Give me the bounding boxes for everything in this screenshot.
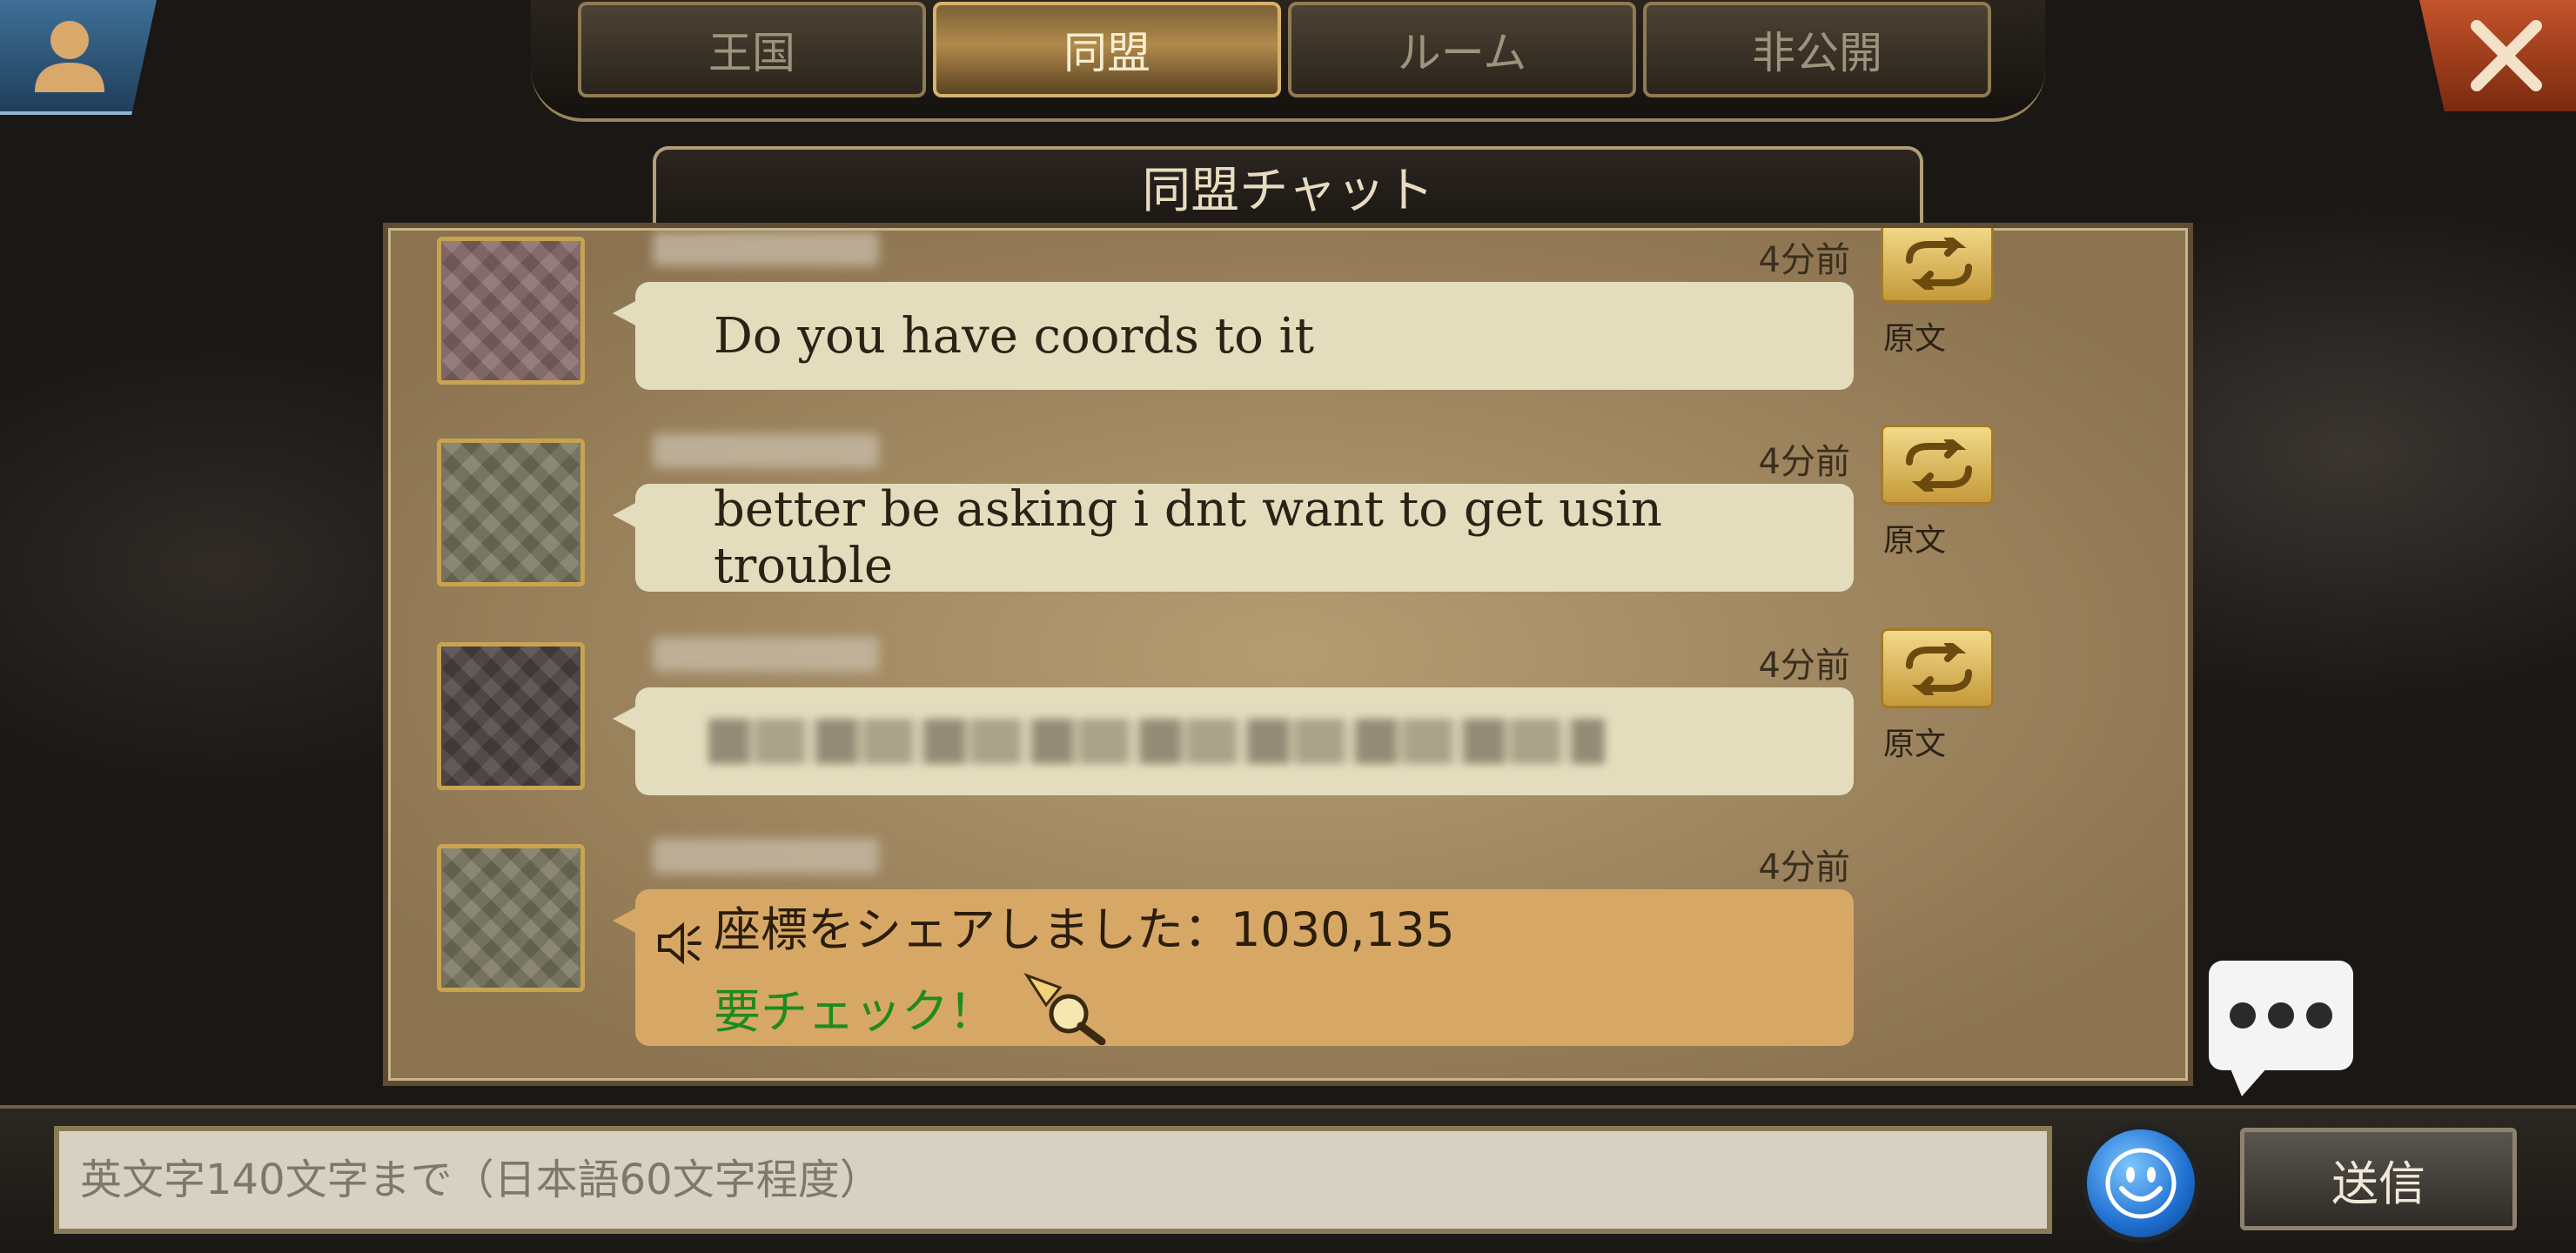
tab-private[interactable]: 非公開 xyxy=(1643,2,1991,97)
message-time: 4分前 xyxy=(1758,442,1850,482)
magnifier-icon xyxy=(1023,972,1106,1045)
translate-button[interactable] xyxy=(1881,425,1994,505)
more-icon-dot xyxy=(2306,1002,2332,1029)
message-bubble: better be asking i dnt want to get usin … xyxy=(613,481,1854,594)
avatar[interactable] xyxy=(437,237,585,385)
avatar[interactable] xyxy=(437,844,585,992)
chat-message: 4分前 座標をシェアしました：1030,135 要チェック！ xyxy=(388,809,2188,1070)
message-time: 4分前 xyxy=(1758,848,1850,888)
user-icon xyxy=(35,21,104,92)
translate-label[interactable]: 原文 xyxy=(1883,313,1946,358)
message-time: 4分前 xyxy=(1758,240,1850,280)
message-text-blurred xyxy=(708,719,1605,764)
username-blurred xyxy=(653,433,879,468)
message-text: Do you have coords to it xyxy=(714,307,1315,365)
avatar[interactable] xyxy=(437,439,585,586)
coordinates-text: 座標をシェアしました：1030,135 xyxy=(714,901,1455,957)
username-blurred xyxy=(653,231,879,266)
more-options-button[interactable] xyxy=(2209,961,2353,1096)
chat-message: 4分前 Do you have coords to it 原文 xyxy=(388,228,2188,402)
more-icon xyxy=(2230,1002,2256,1029)
coordinates-bubble[interactable]: 座標をシェアしました：1030,135 要チェック！ xyxy=(613,889,1854,1046)
avatar[interactable] xyxy=(437,642,585,790)
chat-message: 4分前 原文 xyxy=(388,607,2188,807)
username-blurred xyxy=(653,839,879,874)
close-icon xyxy=(2471,20,2542,91)
tab-alliance[interactable]: 同盟 xyxy=(933,2,1281,97)
send-button[interactable]: 送信 xyxy=(2240,1128,2517,1230)
chat-title: 同盟チャット xyxy=(653,146,1923,223)
translate-button[interactable] xyxy=(1881,628,1994,708)
translate-icon xyxy=(1906,439,1972,492)
message-text: better be asking i dnt want to get usin … xyxy=(714,481,1662,594)
close-button[interactable] xyxy=(2419,0,2576,111)
username-blurred xyxy=(653,637,879,672)
chat-message: 4分前 better be asking i dnt want to get u… xyxy=(388,404,2188,604)
check-link-row[interactable]: 要チェック！ xyxy=(714,970,1109,1045)
more-icon-dot xyxy=(2268,1002,2294,1029)
profile-button[interactable] xyxy=(0,0,157,115)
smiley-icon xyxy=(2105,1148,2177,1219)
tab-kingdom[interactable]: 王国 xyxy=(578,2,926,97)
speaker-icon xyxy=(658,921,701,965)
translate-icon xyxy=(1906,643,1972,695)
chat-panel[interactable]: 4分前 Do you have coords to it 原文 4分前 bett… xyxy=(383,223,2193,1086)
chat-tabs: 王国 同盟 ルーム 非公開 xyxy=(578,2,1991,101)
message-bubble xyxy=(613,687,1854,795)
message-bubble: Do you have coords to it xyxy=(613,282,1854,390)
tab-room[interactable]: ルーム xyxy=(1288,2,1636,97)
translate-label[interactable]: 原文 xyxy=(1883,719,1946,764)
translate-button[interactable] xyxy=(1881,228,1994,303)
message-time: 4分前 xyxy=(1758,646,1850,686)
chat-input[interactable] xyxy=(54,1126,2052,1234)
check-link[interactable]: 要チェック！ xyxy=(714,973,996,1042)
translate-icon xyxy=(1906,238,1972,290)
emoji-button[interactable] xyxy=(2082,1124,2200,1243)
translate-label[interactable]: 原文 xyxy=(1883,515,1946,560)
